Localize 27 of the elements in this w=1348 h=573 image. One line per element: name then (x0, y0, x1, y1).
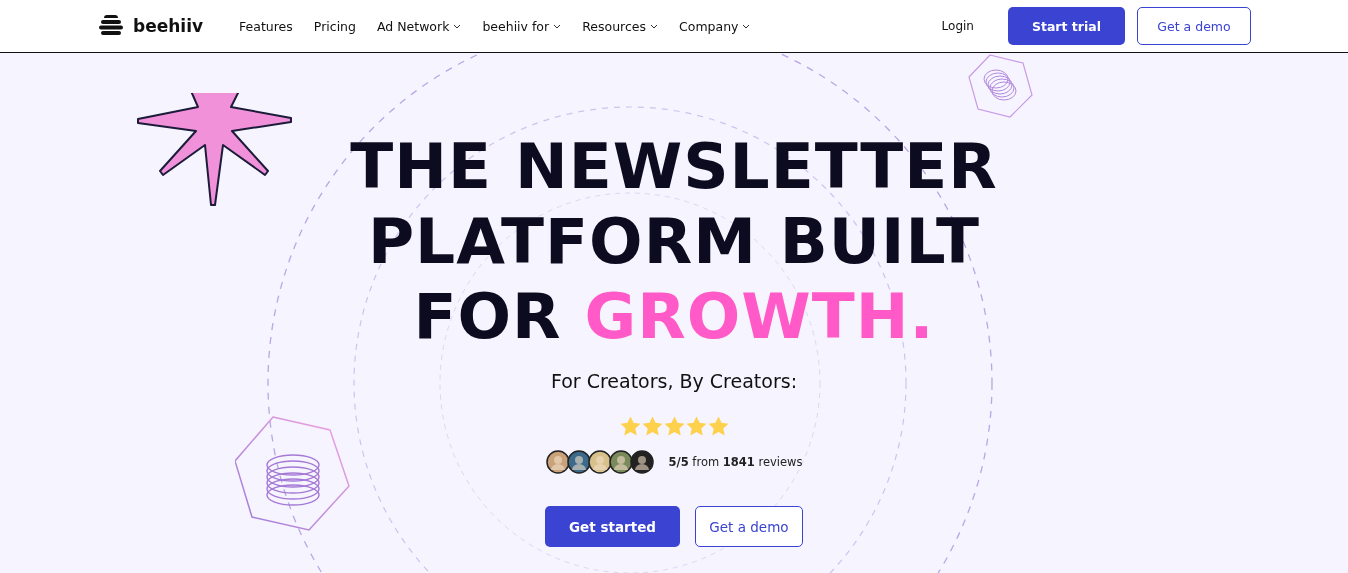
avatar-icon (545, 450, 570, 474)
subtitle: For Creators, By Creators: (550, 370, 798, 392)
avatar-icon (608, 450, 633, 474)
logo-icon[interactable] (99, 15, 123, 37)
nav-link[interactable]: Resources (582, 18, 658, 34)
star-icon (663, 416, 685, 436)
star-icon (641, 416, 663, 436)
star-icon (707, 416, 729, 436)
star-icon (619, 416, 641, 436)
demo-button[interactable]: Get a demo (1137, 7, 1251, 45)
review-summary: 5/5 from 1841 reviews (668, 455, 803, 469)
star-icon (685, 416, 707, 436)
nav-link[interactable]: beehiiv for (482, 18, 562, 34)
nav-link[interactable]: Features (239, 18, 293, 34)
brand-name[interactable]: beehiiv (133, 16, 204, 36)
demo-button[interactable]: Get a demo (694, 506, 803, 547)
headline: THE NEWSLETTER PLATFORM BUILT FOR GROWTH. (349, 129, 999, 354)
avatar-icon (566, 450, 591, 474)
avatar-icon (587, 450, 612, 474)
login-link[interactable]: Login (941, 19, 974, 33)
nav-link[interactable]: Company (679, 18, 751, 34)
get-started-button[interactable]: Get started (545, 506, 680, 547)
start-trial-button[interactable]: Start trial (1007, 7, 1125, 45)
nav-link[interactable]: Ad Network (376, 18, 462, 34)
nav-link[interactable]: Pricing (313, 18, 356, 34)
avatar-icon (629, 450, 654, 474)
spring-hexagon-drawing (968, 53, 1034, 119)
